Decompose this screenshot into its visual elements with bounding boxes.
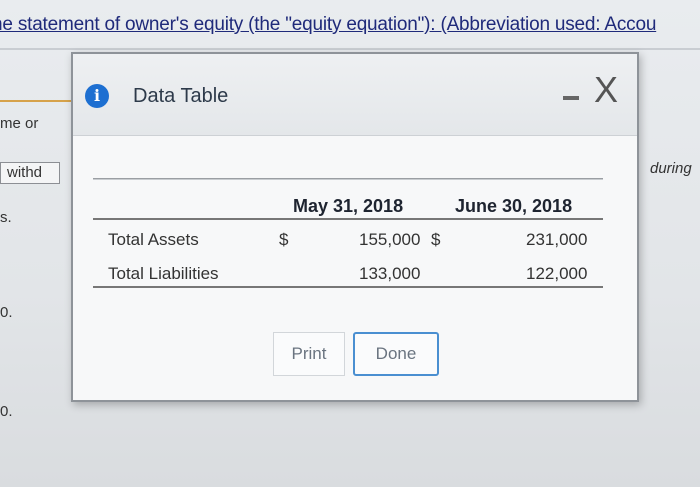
value-may: 155,000	[359, 230, 421, 249]
background-text-fragment: 0.	[0, 403, 13, 420]
table-header-row: May 31, 2018 June 30, 2018	[93, 180, 603, 220]
close-icon[interactable]: X	[594, 72, 618, 108]
column-header-may: May 31, 2018	[293, 196, 404, 216]
value-june: 122,000	[526, 264, 588, 283]
value-june: 231,000	[526, 230, 588, 249]
table-row: Total Liabilities 133,000 122,000	[93, 254, 603, 288]
row-label: Total Liabilities	[108, 264, 219, 283]
accent-divider	[0, 100, 80, 102]
currency-symbol: $	[431, 230, 441, 249]
table-row: Total Assets $ 155,000 $ 231,000	[93, 220, 603, 254]
divider	[0, 48, 700, 50]
dialog-header: i Data Table X	[73, 54, 637, 136]
value-may: 133,000	[359, 264, 421, 283]
minimize-icon[interactable]	[563, 96, 579, 100]
background-text-fragment: 0.	[0, 304, 13, 321]
dialog-title: Data Table	[133, 85, 229, 107]
data-table-dialog: i Data Table X May 31, 2018 June 30, 201…	[71, 52, 639, 402]
currency-symbol: $	[279, 230, 289, 249]
done-button[interactable]: Done	[353, 332, 439, 376]
background-text-fragment: me or	[0, 115, 39, 132]
column-header-june: June 30, 2018	[455, 196, 573, 216]
answer-input[interactable]: withd	[0, 162, 60, 184]
row-label: Total Assets	[108, 230, 199, 249]
print-button[interactable]: Print	[273, 332, 345, 376]
question-heading: he statement of owner's equity (the "equ…	[0, 14, 657, 35]
info-icon: i	[85, 84, 109, 108]
background-text-fragment: s.	[0, 209, 12, 226]
background-text-fragment: during	[650, 160, 692, 177]
data-table: May 31, 2018 June 30, 2018 Total Assets …	[93, 178, 603, 288]
